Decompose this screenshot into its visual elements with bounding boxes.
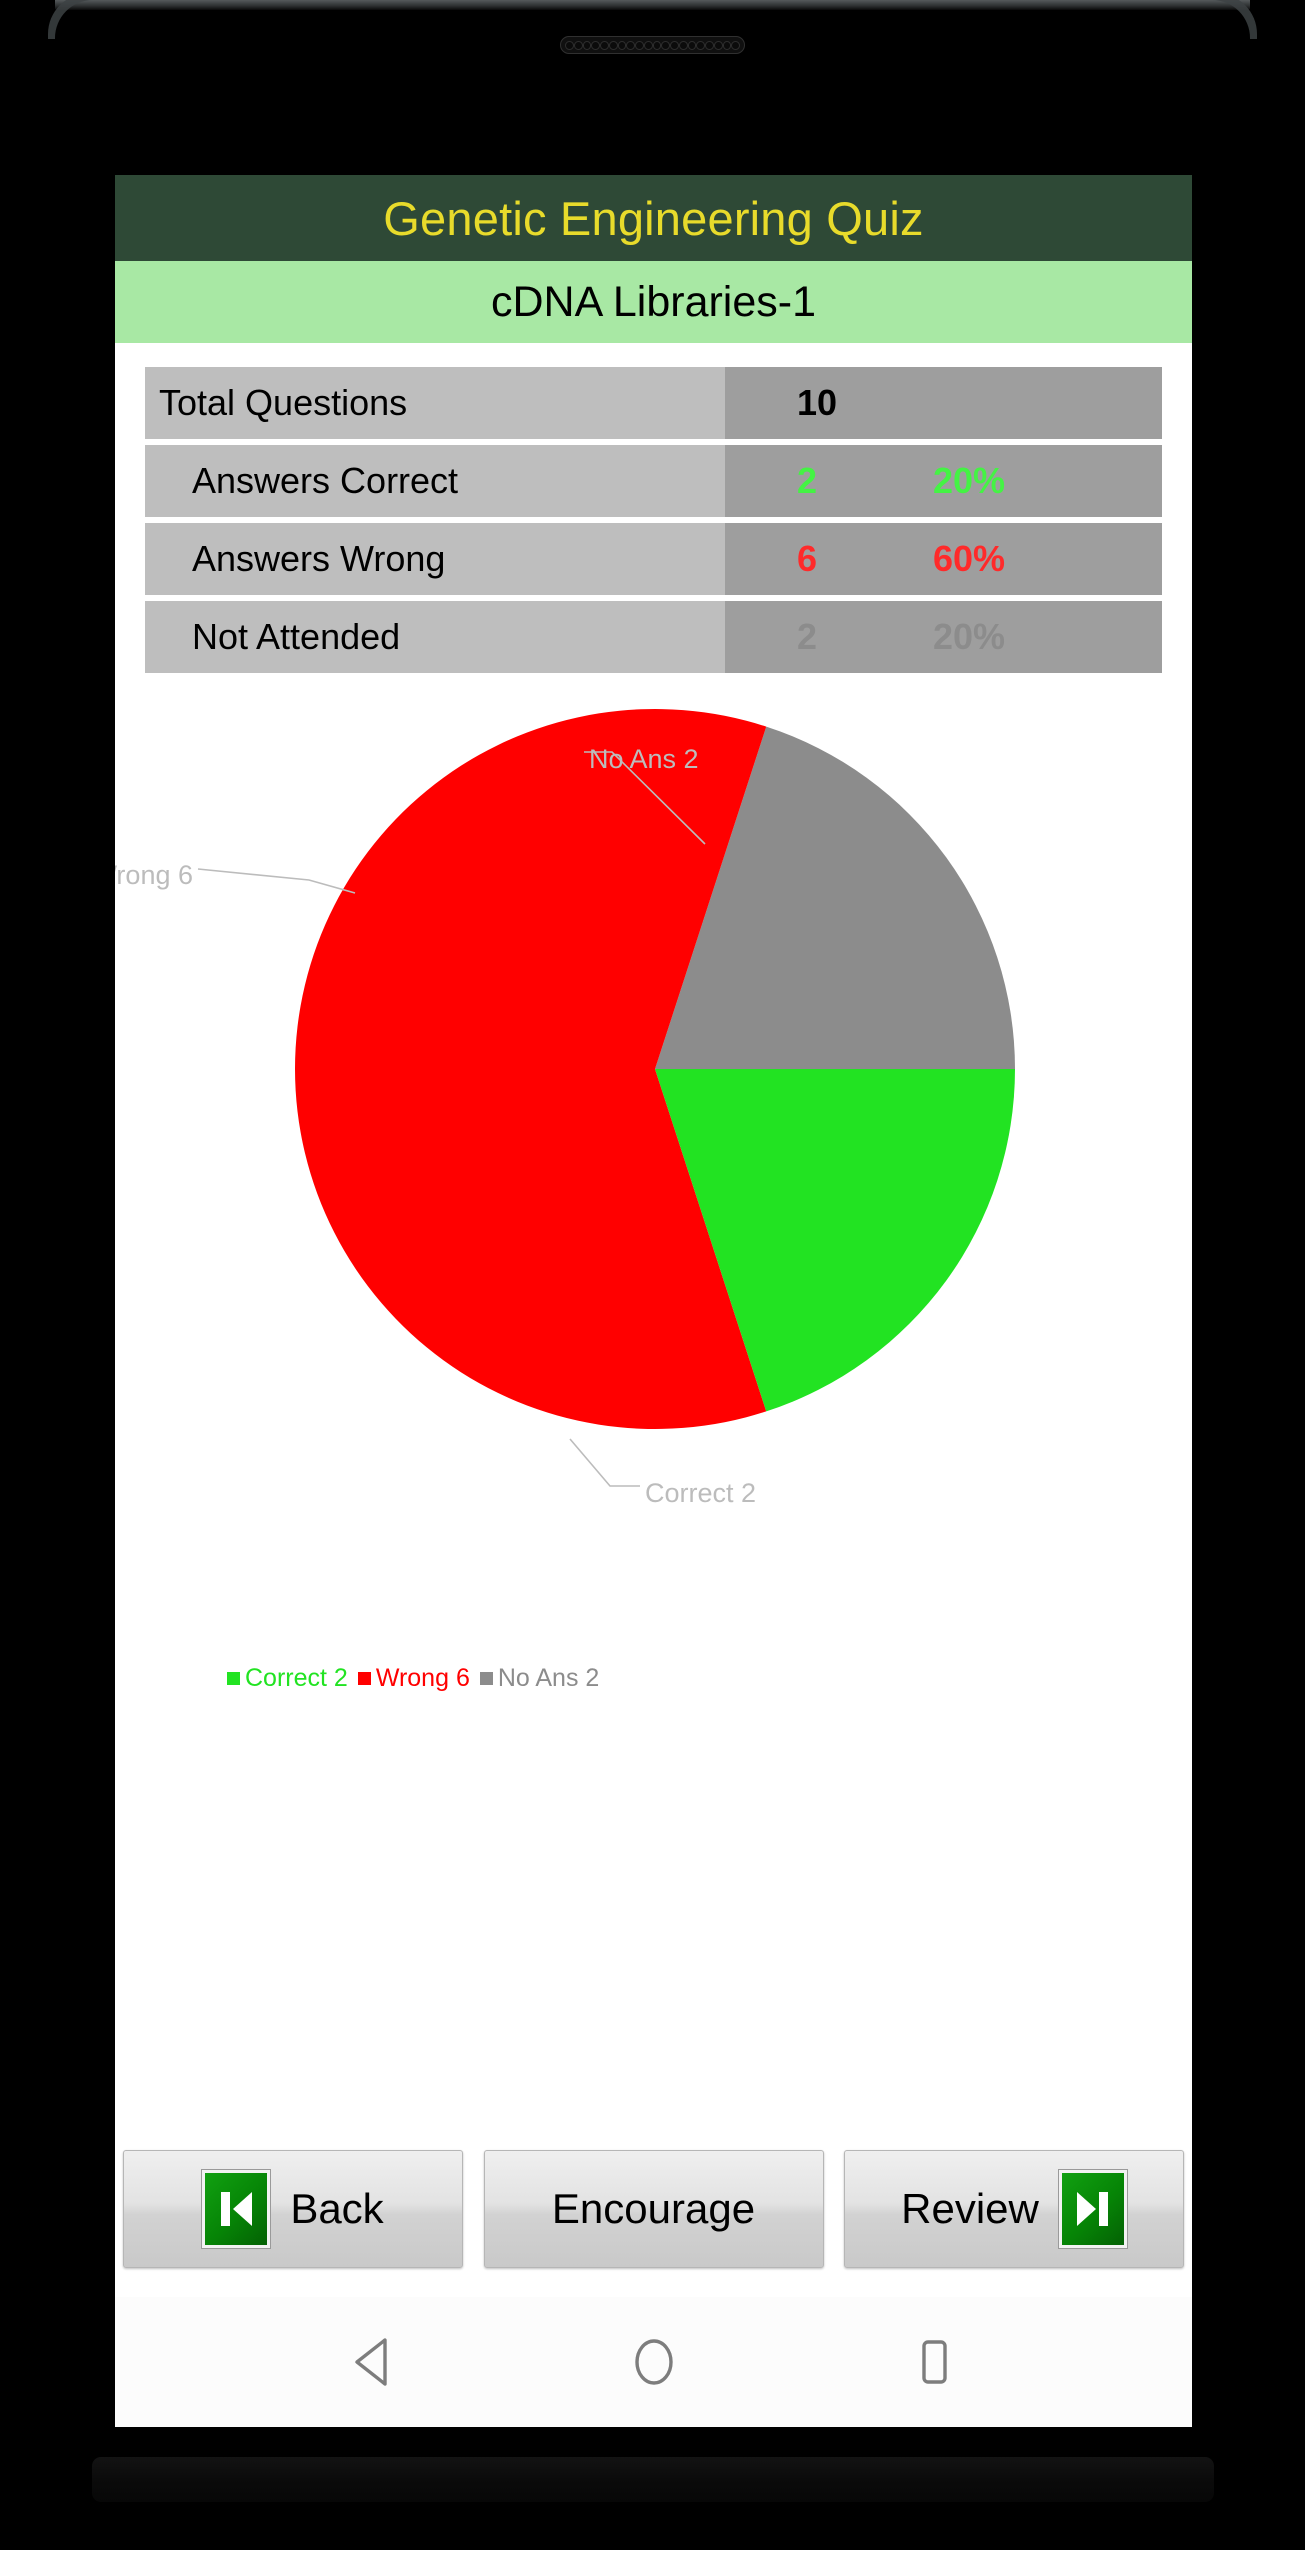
row-label-answers-wrong: Answers Wrong xyxy=(192,538,446,579)
pie-chart-legend: Correct 2 Wrong 6 No Ans 2 xyxy=(227,1664,609,1693)
table-row: Not Attended 2 20% xyxy=(145,601,1162,673)
legend-item-correct: Correct 2 xyxy=(227,1664,348,1693)
review-button[interactable]: Review xyxy=(844,2150,1184,2268)
table-cell-label: Not Attended xyxy=(145,601,725,673)
row-label-total-questions: Total Questions xyxy=(159,382,408,423)
row-label-answers-correct: Answers Correct xyxy=(192,460,459,501)
table-row: Total Questions 10 xyxy=(145,367,1162,439)
table-row: Answers Wrong 6 60% xyxy=(145,523,1162,595)
earpiece-speaker-icon xyxy=(560,36,745,54)
table-cell-value: 6 60% xyxy=(725,523,1162,595)
table-cell-value: 2 20% xyxy=(725,601,1162,673)
row-count-total-questions: 10 xyxy=(797,382,838,423)
legend-label-wrong: Wrong 6 xyxy=(375,1664,470,1692)
quiz-topic-label: cDNA Libraries-1 xyxy=(491,277,816,326)
pie-label-wrong: Wrong 6 xyxy=(115,860,193,890)
nav-back-icon[interactable] xyxy=(339,2327,409,2397)
table-cell-value: 10 xyxy=(725,367,1162,439)
nav-home-icon[interactable] xyxy=(619,2327,689,2397)
row-label-not-attended: Not Attended xyxy=(192,616,401,657)
row-count-not-attended: 2 xyxy=(797,616,818,657)
pie-leader-wrong xyxy=(197,868,356,894)
legend-item-wrong: Wrong 6 xyxy=(357,1664,470,1693)
encourage-button[interactable]: Encourage xyxy=(483,2150,824,2268)
action-button-bar: Back Encourage Review xyxy=(115,2150,1192,2274)
row-count-answers-wrong: 6 xyxy=(797,538,818,579)
table-cell-value: 2 20% xyxy=(725,445,1162,517)
table-cell-label: Total Questions xyxy=(145,367,725,439)
encourage-button-label: Encourage xyxy=(551,2185,756,2232)
row-count-answers-correct: 2 xyxy=(797,460,818,501)
device-frame: Genetic Engineering Quiz cDNA Libraries-… xyxy=(0,0,1305,2550)
pie-label-no-ans: No Ans 2 xyxy=(589,744,699,774)
row-percent-answers-wrong: 60% xyxy=(933,538,1006,579)
page-title: Genetic Engineering Quiz xyxy=(383,191,924,245)
row-percent-answers-correct: 20% xyxy=(933,460,1006,501)
nav-recents-icon[interactable] xyxy=(899,2327,969,2397)
legend-swatch-no-ans xyxy=(479,1672,493,1685)
legend-label-no-ans: No Ans 2 xyxy=(497,1664,600,1692)
pie-chart-svg: No Ans 2 Wrong 6 Correct 2 xyxy=(115,709,1015,1508)
legend-item-no-ans: No Ans 2 xyxy=(479,1664,600,1693)
app-screen: Genetic Engineering Quiz cDNA Libraries-… xyxy=(115,175,1192,2427)
row-percent-not-attended: 20% xyxy=(933,616,1006,657)
table-cell-label: Answers Wrong xyxy=(145,523,725,595)
app-header: Genetic Engineering Quiz xyxy=(115,175,1192,261)
results-summary-table: Total Questions 10 Answers Correct 2 20% xyxy=(145,367,1162,673)
skip-to-start-icon xyxy=(201,2169,272,2249)
skip-to-end-icon xyxy=(1057,2169,1128,2249)
legend-swatch-correct xyxy=(227,1672,240,1685)
legend-label-correct: Correct 2 xyxy=(245,1664,348,1692)
review-button-label: Review xyxy=(901,2185,1039,2232)
legend-swatch-wrong xyxy=(357,1672,371,1685)
android-navigation-bar xyxy=(115,2297,1192,2427)
table-cell-label: Answers Correct xyxy=(145,445,725,517)
results-pie-chart: No Ans 2 Wrong 6 Correct 2 Correct 2 Wro… xyxy=(115,679,1192,1709)
quiz-topic-bar: cDNA Libraries-1 xyxy=(115,261,1192,343)
device-bottom-bar xyxy=(92,2457,1214,2502)
pie-label-correct: Correct 2 xyxy=(645,1478,756,1508)
table-row: Answers Correct 2 20% xyxy=(145,445,1162,517)
back-button-label: Back xyxy=(290,2185,384,2232)
device-top-edge xyxy=(55,0,1250,10)
pie-leader-correct xyxy=(569,1438,640,1487)
back-button[interactable]: Back xyxy=(123,2150,463,2268)
